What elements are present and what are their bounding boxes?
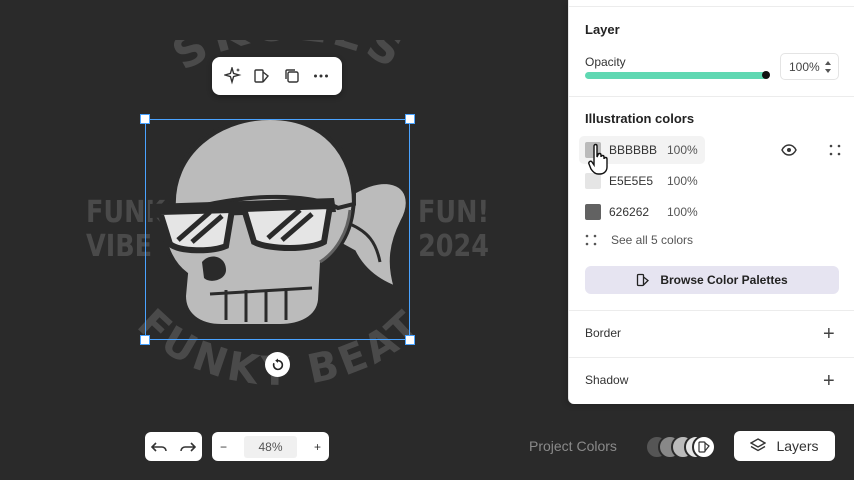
opacity-slider[interactable] [585, 71, 770, 79]
sparkle-icon [223, 67, 242, 85]
browse-label: Browse Color Palettes [660, 273, 788, 287]
duplicate-button[interactable] [279, 63, 305, 89]
color-pct: 100% [667, 205, 698, 219]
eye-icon[interactable] [781, 144, 797, 156]
opacity-input[interactable]: 100% [780, 53, 839, 80]
color-swatch[interactable] [585, 173, 601, 189]
illustration-colors-title: Illustration colors [585, 111, 695, 126]
color-pct: 100% [667, 143, 698, 157]
layers-label: Layers [776, 438, 819, 454]
color-pct: 100% [667, 174, 698, 188]
opacity-label: Opacity [585, 55, 626, 69]
zoom-value[interactable]: 48% [244, 435, 297, 458]
add-border-button[interactable]: + [823, 324, 835, 344]
divider [569, 310, 854, 311]
color-row-actions [781, 140, 841, 160]
color-row-3[interactable]: 626262 100% [579, 198, 698, 226]
drag-handle-icon[interactable] [829, 144, 841, 156]
more-button[interactable] [308, 63, 334, 89]
edit-colors-button[interactable] [249, 63, 275, 89]
zoom-control: − 48% + [212, 432, 329, 461]
divider [569, 357, 854, 358]
color-hex: 626262 [609, 205, 650, 219]
color-hex: BBBBBB [609, 143, 658, 157]
floating-toolbar [212, 57, 342, 95]
shape-edit-icon [254, 69, 270, 83]
color-swatch[interactable] [585, 204, 601, 220]
stepper-icon[interactable] [824, 59, 832, 75]
see-all-colors-link[interactable]: See all 5 colors [585, 233, 693, 247]
properties-panel: Layer Opacity 100% Illustration colors B… [568, 0, 854, 404]
grid-dots-icon [585, 234, 597, 246]
magic-button[interactable] [220, 63, 246, 89]
layer-section-title: Layer [585, 22, 620, 37]
zoom-out-button[interactable]: − [220, 440, 227, 454]
resize-handle-bottom-left[interactable] [140, 335, 150, 345]
resize-handle-top-left[interactable] [140, 114, 150, 124]
browse-color-palettes-button[interactable]: Browse Color Palettes [585, 266, 839, 294]
border-label: Border [585, 326, 622, 340]
layers-icon [750, 438, 767, 452]
divider [569, 96, 854, 97]
color-hex: E5E5E5 [609, 174, 654, 188]
more-icon [314, 74, 329, 78]
selection-box[interactable] [140, 114, 415, 345]
opacity-slider-knob[interactable] [762, 71, 770, 79]
rotate-icon [272, 357, 283, 370]
opacity-value: 100% [789, 59, 820, 74]
see-all-label: See all 5 colors [611, 233, 694, 247]
zoom-in-button[interactable]: + [314, 440, 321, 454]
project-colors-swatches[interactable] [644, 434, 716, 460]
duplicate-icon [285, 69, 299, 83]
project-colors-label: Project Colors [529, 438, 617, 454]
shadow-label: Shadow [585, 373, 629, 387]
rotate-handle[interactable] [265, 352, 290, 377]
redo-icon[interactable] [179, 440, 196, 454]
panel-top-divider [569, 6, 854, 7]
undo-icon[interactable] [151, 440, 168, 454]
resize-handle-bottom-right[interactable] [405, 335, 415, 345]
palette-icon [637, 273, 650, 287]
hand-cursor-icon [588, 143, 608, 175]
layers-button[interactable]: Layers [734, 431, 835, 461]
resize-handle-top-right[interactable] [405, 114, 415, 124]
add-shadow-button[interactable]: + [823, 371, 835, 391]
undo-redo-group [145, 432, 202, 461]
